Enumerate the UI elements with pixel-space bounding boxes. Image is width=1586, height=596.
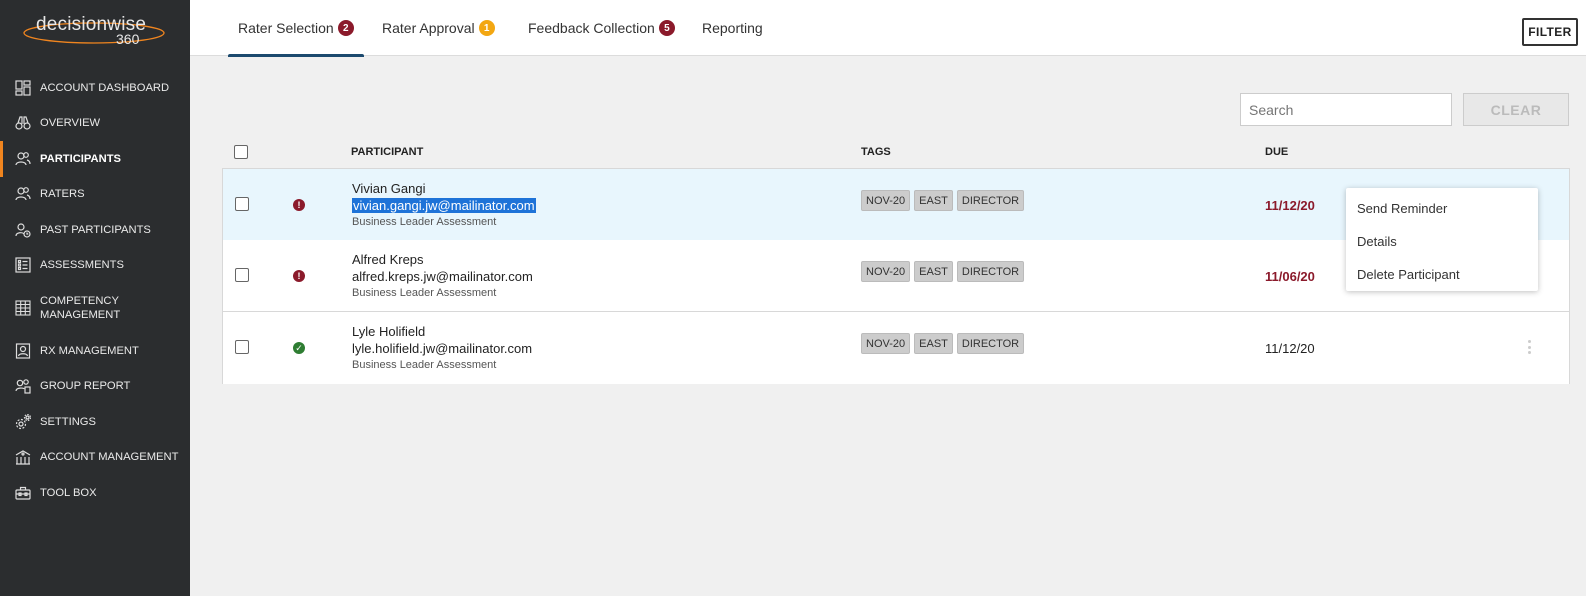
- tab-rater-selection[interactable]: Rater Selection 2: [228, 0, 364, 57]
- decisionwise-logo[interactable]: decisionwise 360: [22, 12, 168, 52]
- sidebar-item-raters[interactable]: RATERS: [0, 177, 190, 213]
- row-context-menu: Send Reminder Details Delete Participant: [1346, 188, 1538, 291]
- tab-label: Reporting: [702, 20, 763, 36]
- tab-rater-approval[interactable]: Rater Approval 1: [382, 0, 495, 56]
- top-tab-bar: Rater Selection 2 Rater Approval 1 Feedb…: [190, 0, 1586, 57]
- grid-icon: [14, 299, 32, 317]
- sidebar-item-assessments[interactable]: ASSESSMENTS: [0, 248, 190, 284]
- tab-label: Rater Approval: [382, 20, 475, 36]
- row-checkbox[interactable]: [235, 340, 249, 354]
- due-date: 11/12/20: [1265, 198, 1315, 213]
- column-header-due[interactable]: DUE: [1265, 136, 1288, 168]
- participant-assessment: Business Leader Assessment: [352, 287, 497, 299]
- tab-label: Feedback Collection: [528, 20, 655, 36]
- more-options-icon[interactable]: [1525, 338, 1533, 356]
- users-icon: [14, 185, 32, 203]
- select-all-checkbox[interactable]: [234, 145, 248, 159]
- sidebar-item-label: ASSESSMENTS: [40, 259, 124, 272]
- sidebar-item-competency-management[interactable]: COMPETENCY MANAGEMENT: [0, 283, 190, 333]
- participant-email: vivian.gangi.jw@mailinator.com: [352, 198, 536, 213]
- account-icon: [14, 448, 32, 466]
- sidebar-item-overview[interactable]: OVERVIEW: [0, 106, 190, 142]
- sidebar-item-label: TOOL BOX: [40, 486, 97, 499]
- sidebar-item-label: RX MANAGEMENT: [40, 344, 139, 357]
- menu-item-delete-participant[interactable]: Delete Participant: [1346, 258, 1538, 291]
- list-icon: [14, 256, 32, 274]
- sidebar-item-participants[interactable]: PARTICIPANTS: [0, 141, 190, 177]
- tag-chip: DIRECTOR: [956, 261, 1025, 282]
- sidebar-item-label: RATERS: [40, 188, 85, 201]
- tab-label: Rater Selection: [238, 20, 334, 36]
- sidebar-item-account-dashboard[interactable]: ACCOUNT DASHBOARD: [0, 70, 190, 106]
- sidebar-nav: ACCOUNT DASHBOARD OVERVIEW PARTICIPANTS …: [0, 70, 190, 511]
- column-header-tags[interactable]: TAGS: [861, 136, 891, 168]
- tag-list: NOV-20 EAST DIRECTOR: [861, 333, 1025, 354]
- participant-name: Vivian Gangi: [352, 181, 426, 196]
- gear-icon: [14, 413, 32, 431]
- sidebar-item-label: ACCOUNT MANAGEMENT: [40, 451, 179, 464]
- participant-email: alfred.kreps.jw@mailinator.com: [352, 269, 533, 284]
- column-header-participant[interactable]: PARTICIPANT: [351, 136, 423, 168]
- toolbox-icon: [14, 484, 32, 502]
- tag-list: NOV-20 EAST DIRECTOR: [861, 190, 1025, 211]
- participant-name: Alfred Kreps: [352, 252, 424, 267]
- participant-email: lyle.holifield.jw@mailinator.com: [352, 341, 533, 356]
- due-date: 11/12/20: [1265, 341, 1315, 356]
- sidebar-item-past-participants[interactable]: PAST PARTICIPANTS: [0, 212, 190, 248]
- count-badge: 5: [658, 20, 675, 36]
- sidebar-item-label: ACCOUNT DASHBOARD: [40, 81, 170, 94]
- alert-icon: !: [293, 199, 305, 211]
- users-history-icon: [14, 221, 32, 239]
- sidebar: decisionwise 360 ACCOUNT DASHBOARD OVERV…: [0, 0, 190, 596]
- tag-chip: NOV-20: [861, 333, 911, 354]
- users-icon: [14, 150, 32, 168]
- filter-button[interactable]: FILTER: [1522, 18, 1578, 46]
- tab-reporting[interactable]: Reporting: [702, 0, 763, 56]
- table-header: PARTICIPANT TAGS DUE: [222, 136, 1570, 168]
- menu-item-send-reminder[interactable]: Send Reminder: [1346, 192, 1538, 225]
- sidebar-item-label: GROUP REPORT: [40, 380, 131, 393]
- checkmark-icon: ✓: [293, 342, 305, 354]
- tab-feedback-collection[interactable]: Feedback Collection 5: [528, 0, 675, 56]
- count-badge: 1: [478, 20, 495, 36]
- due-date: 11/06/20: [1265, 269, 1315, 284]
- tag-chip: NOV-20: [861, 190, 911, 211]
- participant-assessment: Business Leader Assessment: [352, 216, 497, 228]
- count-badge: 2: [337, 20, 354, 36]
- row-checkbox[interactable]: [235, 268, 249, 282]
- row-checkbox[interactable]: [235, 197, 249, 211]
- participant-assessment: Business Leader Assessment: [352, 359, 497, 371]
- sidebar-item-label: PARTICIPANTS: [40, 152, 122, 165]
- participant-name: Lyle Holifield: [352, 324, 426, 339]
- sidebar-item-label: SETTINGS: [40, 415, 96, 428]
- tag-chip: NOV-20: [861, 261, 911, 282]
- tag-list: NOV-20 EAST DIRECTOR: [861, 261, 1025, 282]
- sidebar-item-account-management[interactable]: ACCOUNT MANAGEMENT: [0, 440, 190, 476]
- sidebar-item-label: PAST PARTICIPANTS: [40, 223, 151, 236]
- sidebar-item-group-report[interactable]: GROUP REPORT: [0, 369, 190, 405]
- sidebar-item-tool-box[interactable]: TOOL BOX: [0, 475, 190, 511]
- dashboard-icon: [14, 79, 32, 97]
- logo-sub: 360: [116, 31, 140, 47]
- sidebar-item-rx-management[interactable]: RX MANAGEMENT: [0, 333, 190, 369]
- tag-chip: DIRECTOR: [956, 190, 1025, 211]
- sidebar-item-label: OVERVIEW: [40, 117, 101, 130]
- table-row[interactable]: ✓ Lyle Holifield lyle.holifield.jw@maili…: [223, 312, 1569, 384]
- rx-icon: [14, 342, 32, 360]
- tag-chip: EAST: [914, 190, 953, 211]
- tag-chip: DIRECTOR: [956, 333, 1025, 354]
- alert-icon: !: [293, 270, 305, 282]
- menu-item-details[interactable]: Details: [1346, 225, 1538, 258]
- tag-chip: EAST: [914, 261, 953, 282]
- binoculars-icon: [14, 114, 32, 132]
- sidebar-item-settings[interactable]: SETTINGS: [0, 404, 190, 440]
- group-report-icon: [14, 377, 32, 395]
- clear-button[interactable]: CLEAR: [1463, 93, 1569, 126]
- search-input[interactable]: [1240, 93, 1452, 126]
- tag-chip: EAST: [914, 333, 953, 354]
- sidebar-item-label: COMPETENCY MANAGEMENT: [40, 295, 121, 321]
